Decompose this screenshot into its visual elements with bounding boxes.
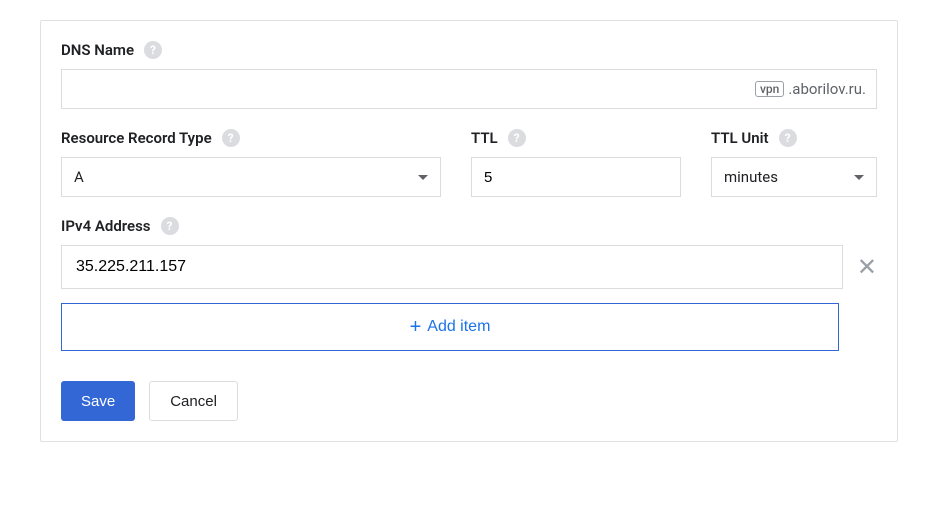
dns-domain-suffix: .aborilov.ru. xyxy=(788,80,866,98)
dns-name-field: DNS Name ? vpn .aborilov.ru. xyxy=(61,41,877,109)
help-icon[interactable]: ? xyxy=(161,217,179,235)
ipv4-field: IPv4 Address ? ✕ + Add item xyxy=(61,217,877,351)
help-icon[interactable]: ? xyxy=(508,129,526,147)
add-item-button[interactable]: + Add item xyxy=(61,303,839,351)
resource-record-type-field: Resource Record Type ? A xyxy=(61,129,441,197)
ttl-input[interactable] xyxy=(471,157,681,197)
ttl-unit-field: TTL Unit ? minutes xyxy=(711,129,877,197)
ttl-label-row: TTL ? xyxy=(471,129,681,147)
dns-name-input-wrapper[interactable]: vpn .aborilov.ru. xyxy=(61,69,877,109)
dns-name-label: DNS Name xyxy=(61,41,134,59)
cancel-button[interactable]: Cancel xyxy=(149,381,238,421)
ttl-field: TTL ? xyxy=(471,129,681,197)
ttl-unit-select[interactable]: minutes xyxy=(711,157,877,197)
chevron-down-icon xyxy=(854,175,864,180)
ipv4-label-row: IPv4 Address ? xyxy=(61,217,877,235)
record-type-label: Resource Record Type xyxy=(61,129,212,147)
save-button[interactable]: Save xyxy=(61,381,135,421)
help-icon[interactable]: ? xyxy=(144,41,162,59)
ipv4-label: IPv4 Address xyxy=(61,217,151,235)
ttl-unit-label: TTL Unit xyxy=(711,129,769,147)
dns-record-form: DNS Name ? vpn .aborilov.ru. Resource Re… xyxy=(40,20,898,442)
plus-icon: + xyxy=(410,317,422,337)
help-icon[interactable]: ? xyxy=(222,129,240,147)
chevron-down-icon xyxy=(418,175,428,180)
dns-name-suffix: vpn .aborilov.ru. xyxy=(755,80,866,98)
ttl-unit-label-row: TTL Unit ? xyxy=(711,129,877,147)
action-buttons: Save Cancel xyxy=(61,381,877,421)
record-ttl-row: Resource Record Type ? A TTL ? TTL Unit xyxy=(61,129,877,197)
dns-name-input[interactable] xyxy=(72,70,755,108)
help-icon[interactable]: ? xyxy=(779,129,797,147)
record-type-select[interactable]: A xyxy=(61,157,441,197)
vpn-badge: vpn xyxy=(755,81,784,97)
ttl-unit-value: minutes xyxy=(724,168,854,186)
close-icon[interactable]: ✕ xyxy=(857,255,877,279)
record-type-value: A xyxy=(74,168,418,186)
add-item-label: Add item xyxy=(427,318,490,336)
dns-name-label-row: DNS Name ? xyxy=(61,41,877,59)
record-type-label-row: Resource Record Type ? xyxy=(61,129,441,147)
ipv4-address-row: ✕ xyxy=(61,245,877,289)
ttl-label: TTL xyxy=(471,129,498,147)
ipv4-address-input[interactable] xyxy=(61,245,843,289)
